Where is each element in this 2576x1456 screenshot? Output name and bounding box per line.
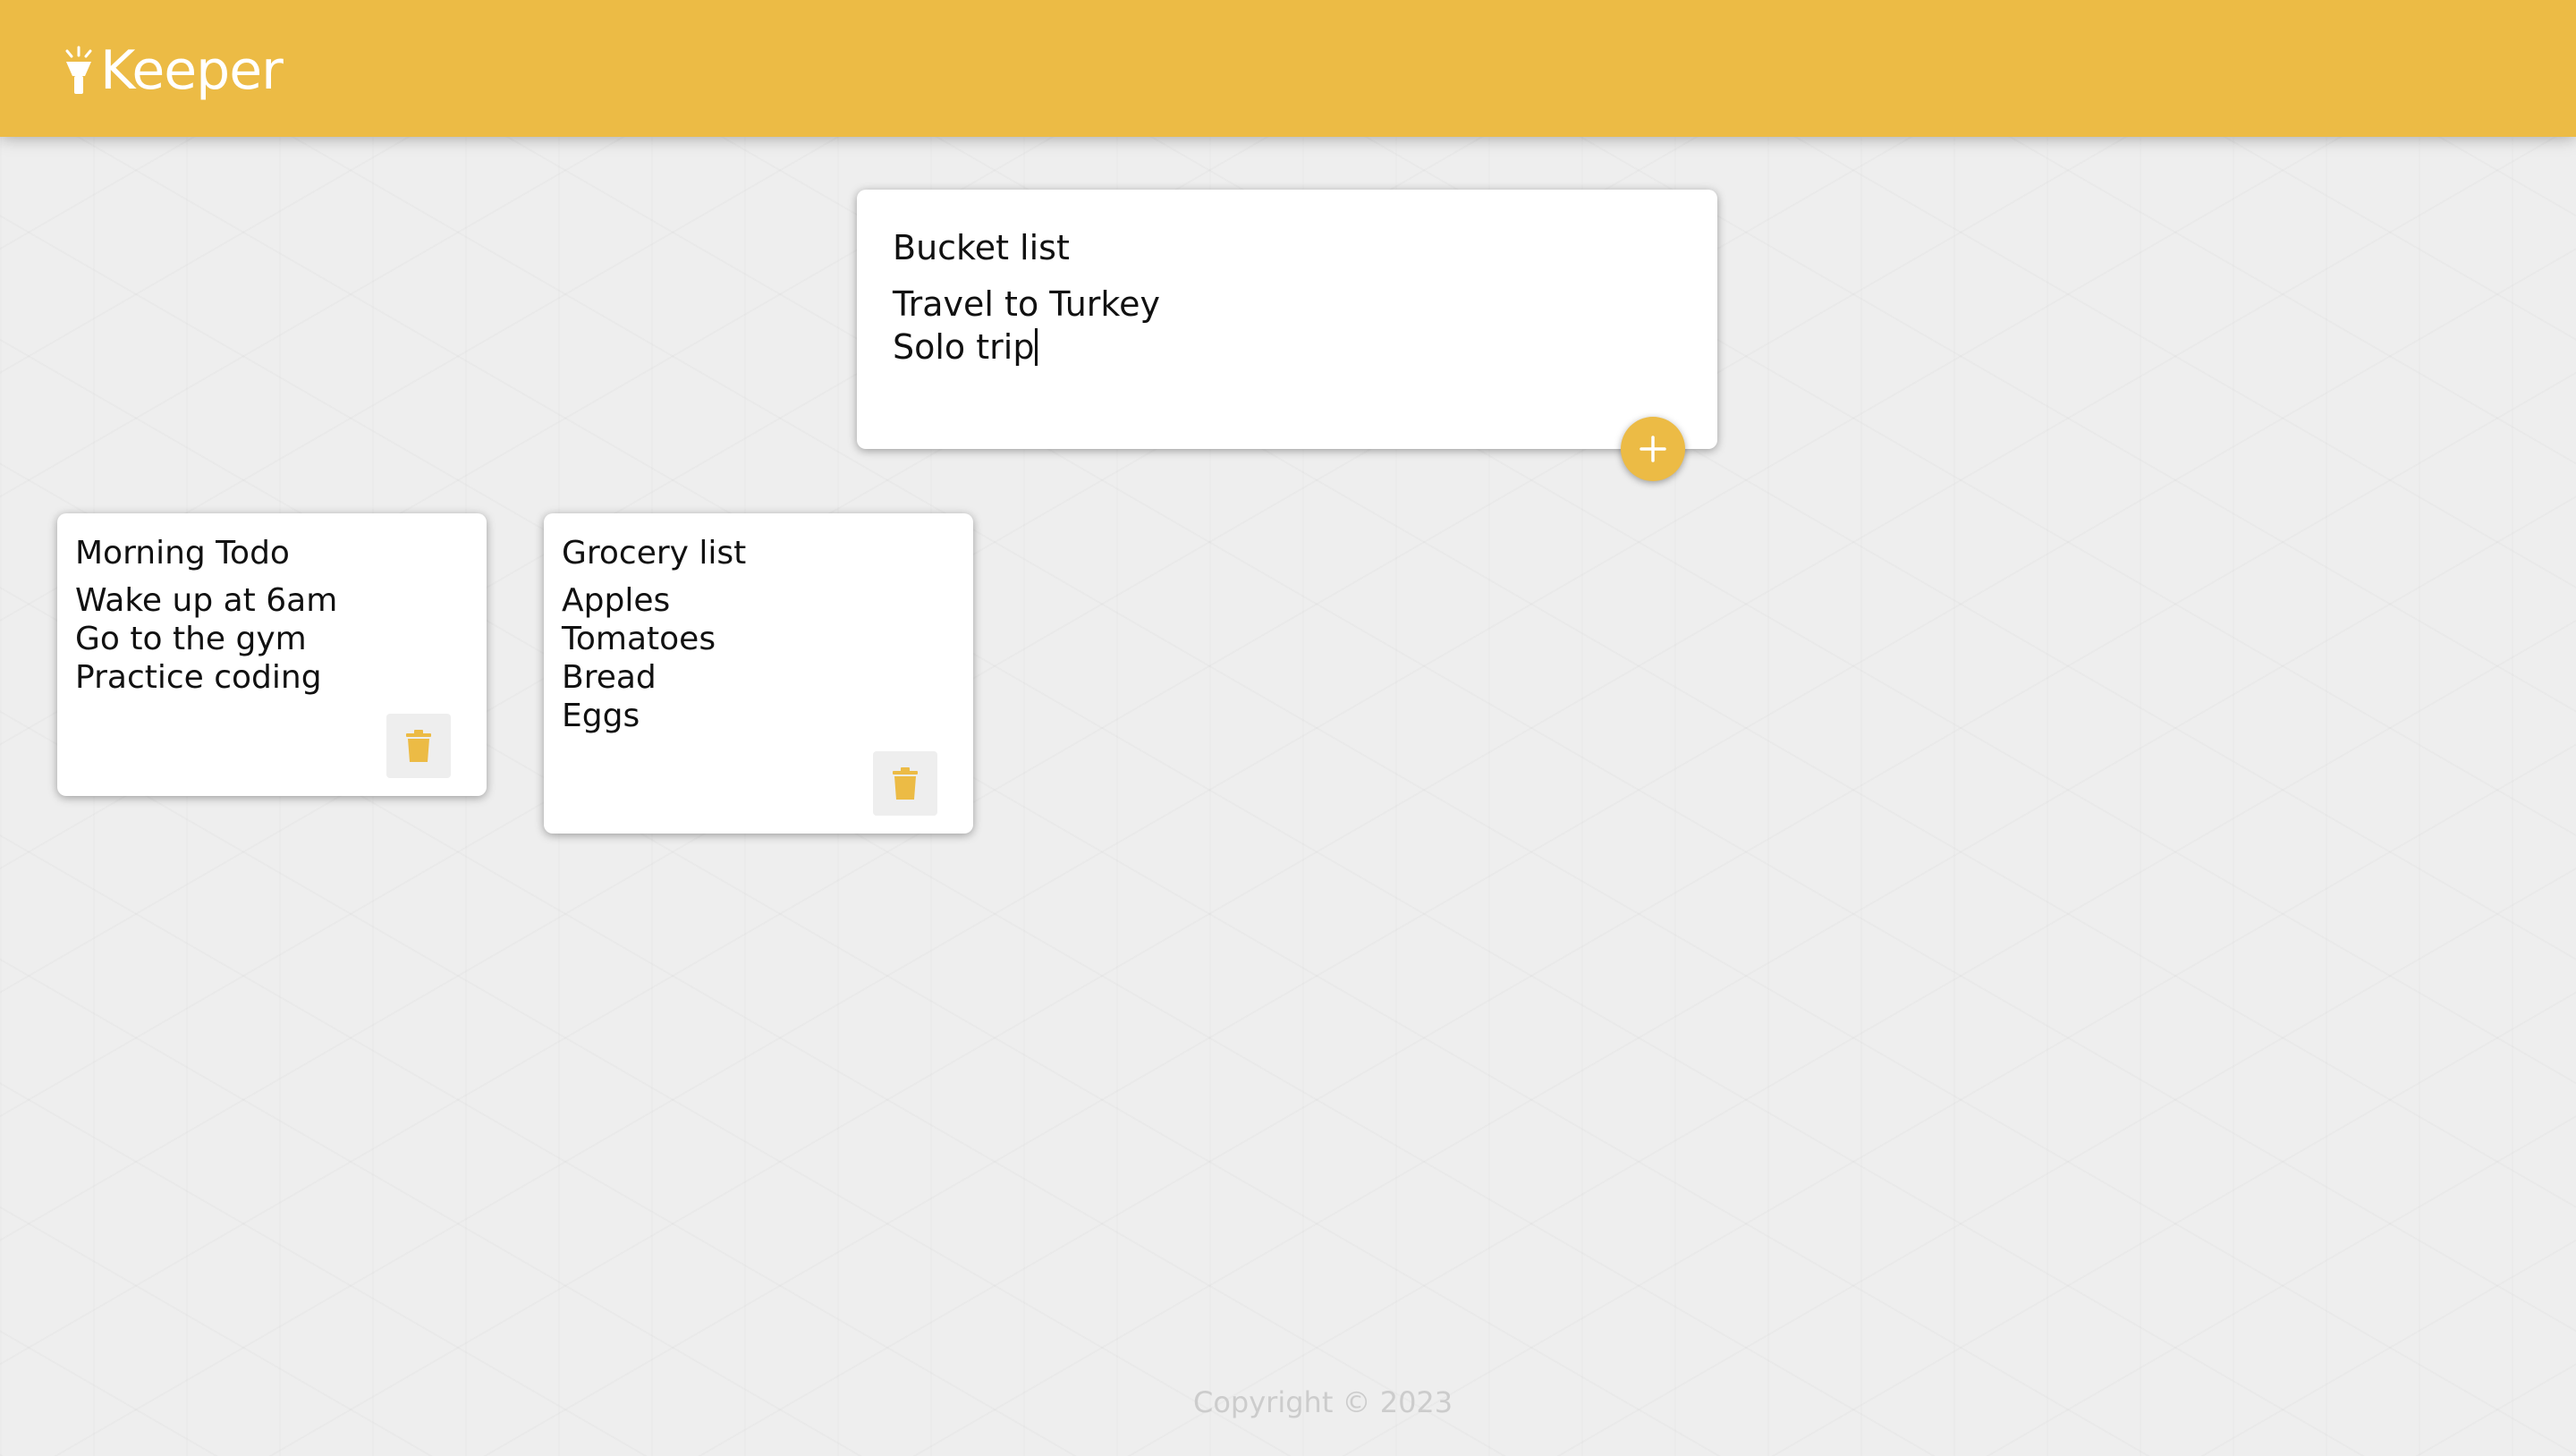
note-content: Apples Tomatoes Bread Eggs bbox=[562, 581, 716, 735]
note-content: Wake up at 6am Go to the gym Practice co… bbox=[75, 581, 337, 697]
composer-content-textarea[interactable]: Travel to Turkey Solo trip bbox=[893, 283, 1680, 368]
composer-content-line: Travel to Turkey bbox=[893, 284, 1160, 324]
app-name: Keeper bbox=[100, 39, 284, 102]
app-header: Keeper bbox=[0, 0, 2576, 137]
note-title: Grocery list bbox=[562, 535, 747, 571]
trash-icon bbox=[406, 730, 431, 762]
note-composer: Travel to Turkey Solo trip bbox=[857, 190, 1717, 449]
trash-icon bbox=[893, 767, 918, 800]
add-note-button[interactable] bbox=[1621, 417, 1685, 481]
plus-icon bbox=[1640, 436, 1666, 462]
note-line: Bread bbox=[562, 659, 657, 696]
lamp-icon bbox=[65, 46, 92, 94]
text-cursor bbox=[1035, 328, 1038, 366]
app-logo: Keeper bbox=[63, 39, 284, 102]
note-line: Eggs bbox=[562, 698, 640, 734]
copyright-text: Copyright © 2023 bbox=[1193, 1385, 1453, 1419]
note-card: Grocery list Apples Tomatoes Bread Eggs bbox=[544, 513, 973, 834]
delete-note-button[interactable] bbox=[386, 714, 451, 778]
note-title: Morning Todo bbox=[75, 535, 290, 571]
note-line: Go to the gym bbox=[75, 621, 307, 657]
note-line: Practice coding bbox=[75, 659, 322, 696]
delete-note-button[interactable] bbox=[873, 751, 937, 816]
note-line: Apples bbox=[562, 582, 671, 619]
composer-title-input[interactable] bbox=[893, 225, 1680, 270]
note-line: Tomatoes bbox=[562, 621, 716, 657]
note-line: Wake up at 6am bbox=[75, 582, 338, 619]
note-card: Morning Todo Wake up at 6am Go to the gy… bbox=[57, 513, 487, 796]
composer-content-line: Solo trip bbox=[893, 327, 1035, 367]
